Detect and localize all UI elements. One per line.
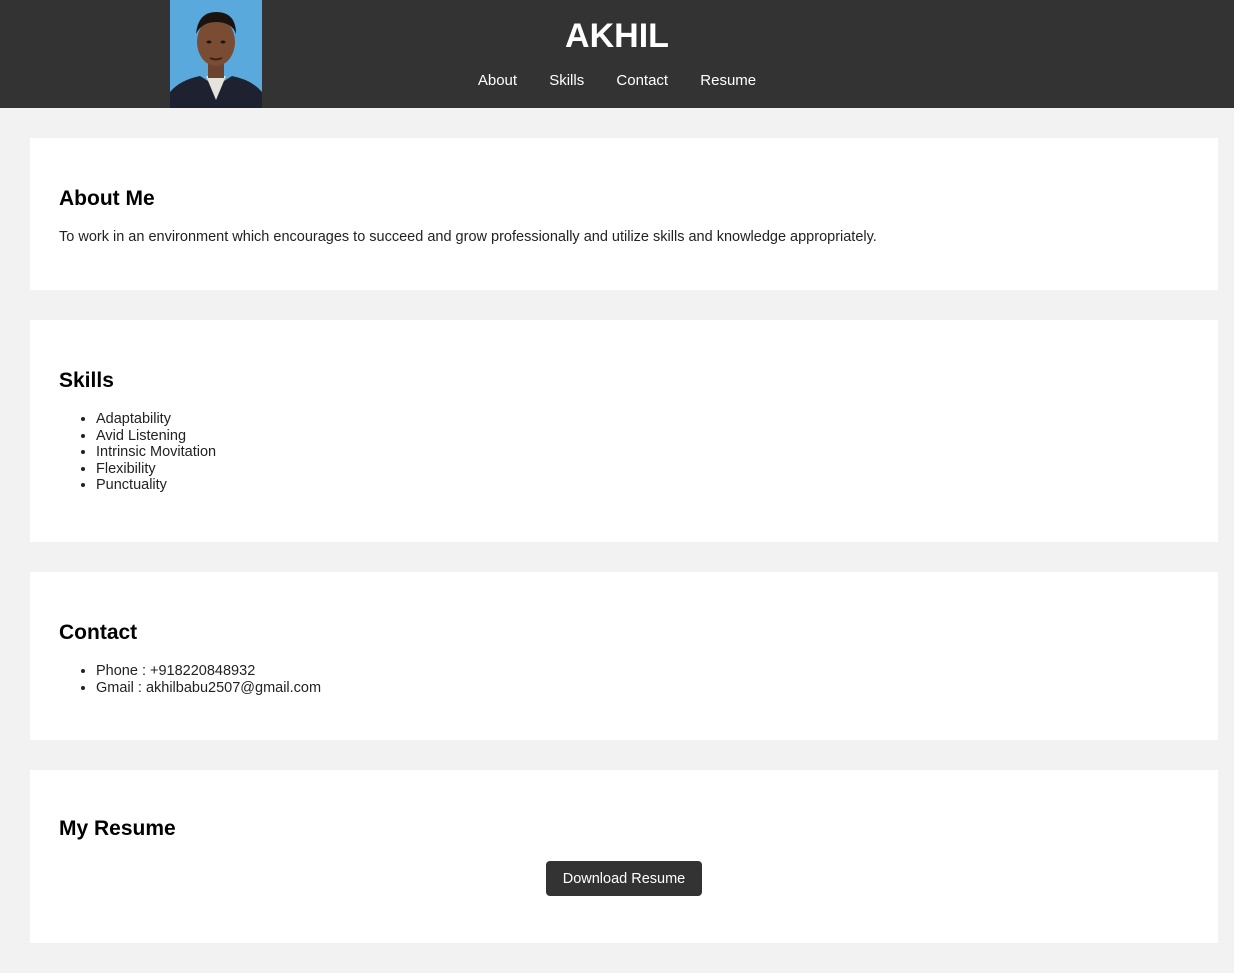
resume-section: My Resume Download Resume — [30, 770, 1218, 943]
contact-section: Contact Phone : +918220848932 Gmail : ak… — [30, 572, 1218, 740]
list-item: Punctuality — [96, 477, 216, 494]
skills-heading: Skills — [59, 369, 114, 392]
contact-email: Gmail : akhilbabu2507@gmail.com — [96, 680, 321, 697]
list-item: Adaptability — [96, 411, 216, 428]
site-title: AKHIL — [565, 17, 669, 55]
about-section: About Me To work in an environment which… — [30, 138, 1218, 290]
contact-heading: Contact — [59, 621, 138, 644]
about-text: To work in an environment which encourag… — [59, 229, 877, 245]
skills-section: Skills Adaptability Avid Listening Intri… — [30, 320, 1218, 542]
contact-phone: Phone : +918220848932 — [96, 663, 321, 680]
nav-contact[interactable]: Contact — [616, 72, 668, 89]
nav-about[interactable]: About — [478, 72, 517, 89]
skills-list: Adaptability Avid Listening Intrinsic Mo… — [59, 411, 216, 494]
about-heading: About Me — [59, 187, 155, 210]
list-item: Avid Listening — [96, 428, 216, 445]
list-item: Flexibility — [96, 461, 216, 478]
main-nav: About Skills Contact Resume — [0, 72, 1234, 89]
resume-heading: My Resume — [59, 817, 176, 840]
site-header: AKHIL About Skills Contact Resume — [0, 0, 1234, 108]
list-item: Intrinsic Movitation — [96, 444, 216, 461]
contact-list: Phone : +918220848932 Gmail : akhilbabu2… — [59, 663, 321, 696]
nav-resume[interactable]: Resume — [700, 72, 756, 89]
nav-skills[interactable]: Skills — [549, 72, 584, 89]
download-resume-button[interactable]: Download Resume — [546, 861, 702, 896]
